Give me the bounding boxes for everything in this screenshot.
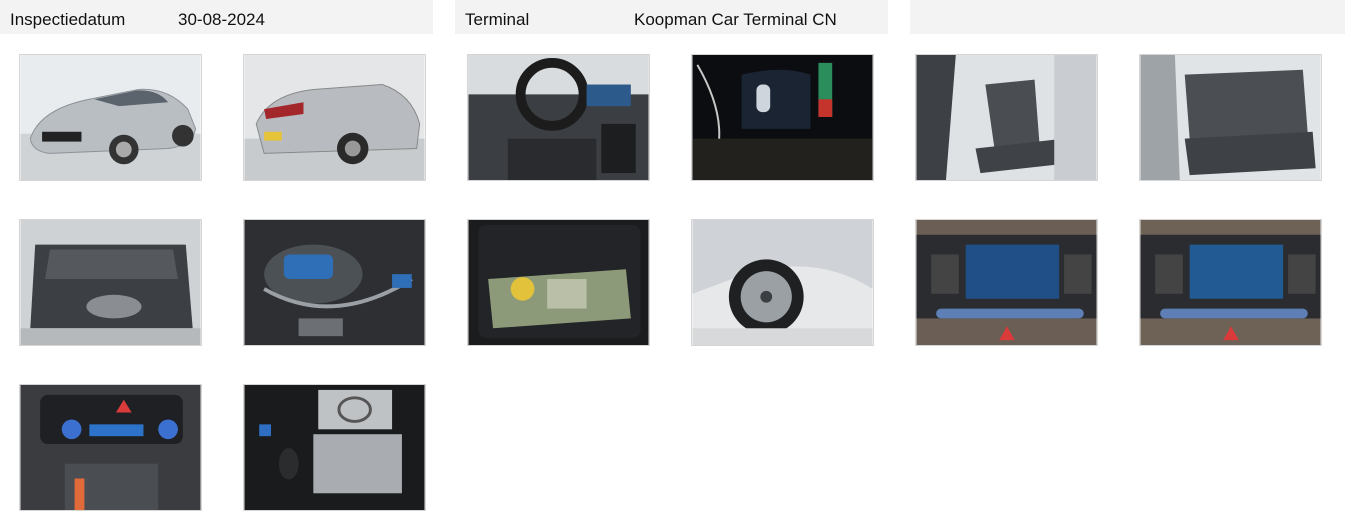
photo-wheel[interactable]: [691, 219, 874, 346]
front-seat-image: [916, 55, 1097, 180]
inspection-date-value: 30-08-2024: [178, 10, 265, 29]
car-front-image: [20, 55, 201, 180]
infotainment-alt-image: [1140, 220, 1321, 345]
photo-front-exterior[interactable]: [19, 54, 202, 181]
terminal-bar: Terminal Koopman Car Terminal CN: [455, 0, 888, 34]
photo-rear-seats[interactable]: [1139, 54, 1322, 181]
photo-dashboard[interactable]: [467, 54, 650, 181]
photo-keys-manual[interactable]: [243, 384, 426, 511]
photo-infotainment[interactable]: [915, 219, 1098, 346]
photo-trunk[interactable]: [19, 219, 202, 346]
tool-bag-image: [468, 220, 649, 345]
wheel-image: [692, 220, 873, 345]
photo-front-seat[interactable]: [915, 54, 1098, 181]
photo-tool-bag[interactable]: [467, 219, 650, 346]
photo-climate-control[interactable]: [19, 384, 202, 511]
climate-control-image: [20, 385, 201, 510]
empty-header-bar: [910, 0, 1345, 34]
car-rear-image: [244, 55, 425, 180]
charging-cable-image: [244, 220, 425, 345]
photo-charging-cable[interactable]: [243, 219, 426, 346]
photo-rear-exterior[interactable]: [243, 54, 426, 181]
dashboard-image: [468, 55, 649, 180]
inspection-date-label: Inspectiedatum: [10, 10, 126, 29]
photo-instrument-cluster[interactable]: [691, 54, 874, 181]
rear-seats-image: [1140, 55, 1321, 180]
photo-infotainment-alt[interactable]: [1139, 219, 1322, 346]
terminal-label: Terminal: [465, 10, 530, 29]
terminal-value: Koopman Car Terminal CN: [634, 10, 837, 29]
infotainment-image: [916, 220, 1097, 345]
instrument-cluster-image: [692, 55, 873, 180]
trunk-image: [20, 220, 201, 345]
inspection-date-bar: Inspectiedatum 30-08-2024: [0, 0, 433, 34]
keys-manual-image: [244, 385, 425, 510]
